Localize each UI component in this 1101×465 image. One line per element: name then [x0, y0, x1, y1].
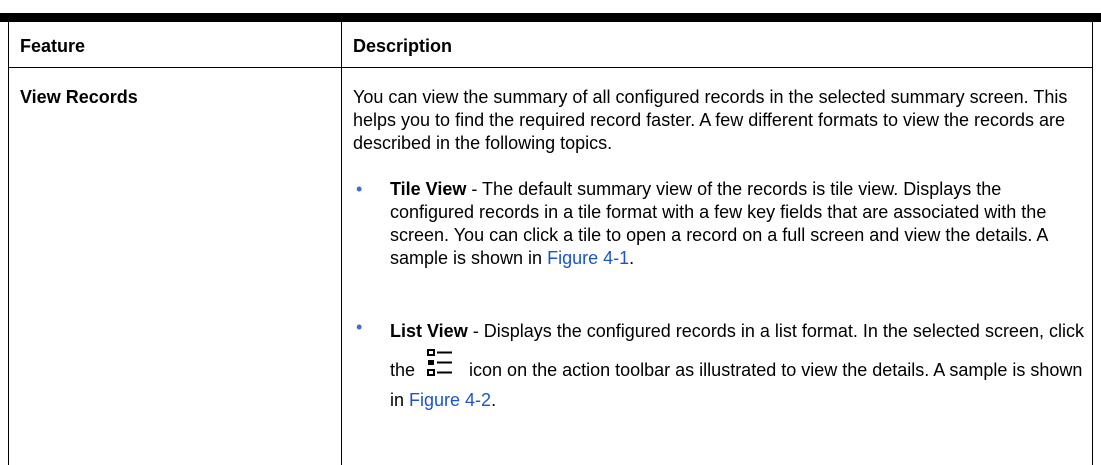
table-top-rule [0, 13, 1101, 22]
table-border-right [1092, 22, 1093, 465]
bullet-tile-view: Tile View - The default summary view of … [390, 178, 1086, 270]
bullet-marker: • [356, 317, 363, 337]
description-intro: You can view the summary of all configur… [353, 87, 1068, 153]
figure-4-1-link[interactable]: Figure 4-1 [547, 248, 629, 268]
list-view-icon [426, 346, 456, 380]
bullet-term: List View [390, 321, 468, 341]
feature-name: View Records [20, 87, 138, 107]
figure-4-2-link[interactable]: Figure 4-2 [409, 390, 491, 410]
bullet-term: Tile View [390, 179, 467, 199]
bullet-marker: • [356, 179, 363, 199]
bullet-text: - The default summary view of the record… [390, 179, 1048, 268]
header-row-divider [8, 67, 1093, 68]
bullet-list-view: List View - Displays the configured reco… [390, 316, 1086, 415]
header-feature: Feature [20, 36, 86, 56]
bullet-text-end: . [629, 248, 635, 268]
table-column-divider [341, 22, 342, 465]
bullet-text-end: . [491, 390, 497, 410]
header-description: Description [353, 36, 453, 56]
table-border-left [8, 22, 9, 465]
